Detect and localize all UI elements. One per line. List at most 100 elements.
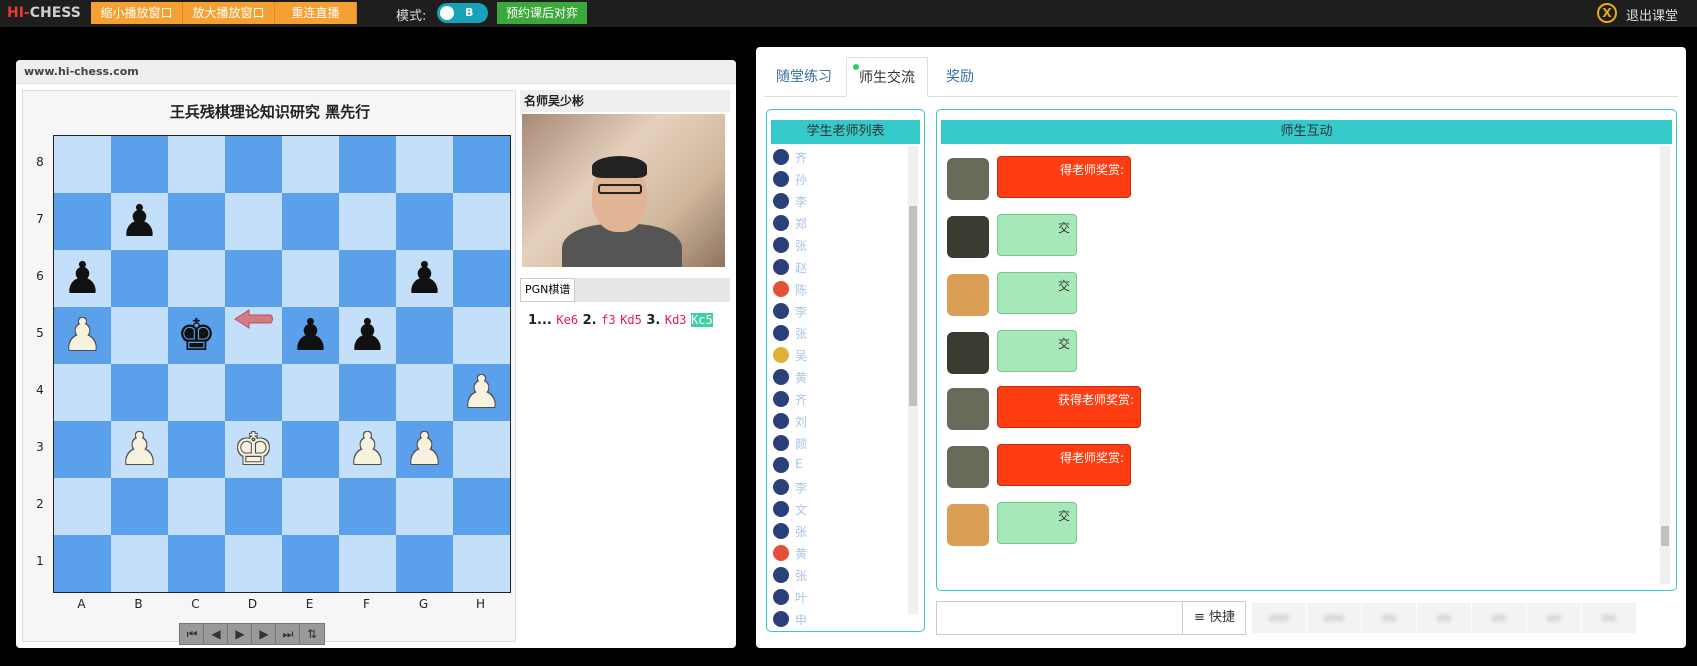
list-item[interactable]: 李 <box>771 300 901 322</box>
list-item[interactable]: 张 <box>771 520 901 542</box>
play-icon[interactable]: ▶ <box>227 623 253 645</box>
tab-practice[interactable]: 随堂练习 <box>764 57 844 97</box>
board-square[interactable] <box>54 136 111 193</box>
list-item[interactable]: 孙 <box>771 168 901 190</box>
list-item[interactable]: 齐 <box>771 146 901 168</box>
board-square[interactable] <box>225 250 282 307</box>
board-square[interactable] <box>282 364 339 421</box>
list-item[interactable]: 郑 <box>771 212 901 234</box>
king-piece-icon[interactable]: ♚ <box>168 307 225 364</box>
list-item[interactable]: 申 <box>771 608 901 630</box>
next-move-icon[interactable]: ▶ <box>251 623 277 645</box>
chat-action-button[interactable]: ooo <box>1252 603 1306 633</box>
list-item[interactable]: 张 <box>771 322 901 344</box>
student-scrollbar[interactable] <box>908 146 918 614</box>
board-square[interactable] <box>453 136 510 193</box>
list-item[interactable]: 吴 <box>771 344 901 366</box>
board-square[interactable] <box>225 364 282 421</box>
exit-icon[interactable]: X <box>1597 3 1617 23</box>
last-move-icon[interactable]: ⏭ <box>275 623 301 645</box>
board-square[interactable] <box>168 364 225 421</box>
chat-action-button[interactable]: oo <box>1582 603 1636 633</box>
board-square[interactable] <box>453 250 510 307</box>
board-square[interactable] <box>168 478 225 535</box>
board-square[interactable] <box>396 136 453 193</box>
board-square[interactable] <box>54 421 111 478</box>
enlarge-window-button[interactable]: 放大播放窗口 <box>183 2 275 24</box>
board-square[interactable] <box>54 478 111 535</box>
pawn-piece-icon[interactable]: ♟ <box>54 307 111 364</box>
tab-pgn[interactable]: PGN棋谱 <box>520 278 576 302</box>
board-square[interactable] <box>168 136 225 193</box>
pawn-piece-icon[interactable]: ♟ <box>111 421 168 478</box>
board-square[interactable] <box>225 535 282 592</box>
chat-input[interactable] <box>937 602 1181 634</box>
list-item[interactable]: 赵 <box>771 256 901 278</box>
board-square[interactable] <box>396 535 453 592</box>
list-item[interactable]: 齐 <box>771 388 901 410</box>
board-square[interactable] <box>339 193 396 250</box>
board-square[interactable] <box>111 307 168 364</box>
reconnect-live-button[interactable]: 重连直播 <box>275 2 357 24</box>
board-square[interactable] <box>453 478 510 535</box>
board-square[interactable] <box>168 193 225 250</box>
mode-toggle[interactable]: B <box>437 3 488 23</box>
board-square[interactable] <box>54 193 111 250</box>
prev-move-icon[interactable]: ◀ <box>203 623 229 645</box>
chat-action-button[interactable]: oo <box>1362 603 1416 633</box>
pawn-piece-icon[interactable]: ♟ <box>453 364 510 421</box>
list-item[interactable]: 黄 <box>771 366 901 388</box>
board-square[interactable] <box>453 535 510 592</box>
board-square[interactable] <box>282 250 339 307</box>
board-square[interactable] <box>453 421 510 478</box>
board-square[interactable] <box>225 478 282 535</box>
board-square[interactable] <box>282 193 339 250</box>
tab-chat[interactable]: 师生交流 <box>846 57 928 97</box>
board-square[interactable] <box>282 136 339 193</box>
pawn-piece-icon[interactable]: ♟ <box>339 307 396 364</box>
chat-scrollbar[interactable] <box>1660 146 1670 584</box>
shrink-window-button[interactable]: 缩小播放窗口 <box>91 2 183 24</box>
board-square[interactable] <box>396 478 453 535</box>
list-item[interactable]: 黄 <box>771 542 901 564</box>
board-square[interactable] <box>225 193 282 250</box>
chat-action-button[interactable]: ooo <box>1307 603 1361 633</box>
pawn-piece-icon[interactable]: ♟ <box>54 250 111 307</box>
list-item[interactable]: 李 <box>771 190 901 212</box>
board-square[interactable] <box>111 364 168 421</box>
list-item[interactable]: 张 <box>771 564 901 586</box>
board-square[interactable] <box>168 535 225 592</box>
tab-reward[interactable]: 奖励 <box>930 57 990 97</box>
list-item[interactable]: 张 <box>771 234 901 256</box>
list-item[interactable]: 颜 <box>771 432 901 454</box>
board-square[interactable] <box>225 136 282 193</box>
board-square[interactable] <box>339 478 396 535</box>
board-square[interactable] <box>282 421 339 478</box>
pawn-piece-icon[interactable]: ♟ <box>339 421 396 478</box>
chat-action-button[interactable]: oo <box>1417 603 1471 633</box>
board-square[interactable] <box>282 535 339 592</box>
board-square[interactable] <box>111 136 168 193</box>
king-piece-icon[interactable]: ♚ <box>225 421 282 478</box>
board-square[interactable] <box>111 250 168 307</box>
reserve-game-button[interactable]: 预约课后对弈 <box>497 2 587 24</box>
board-square[interactable] <box>111 535 168 592</box>
chat-action-button[interactable]: oo <box>1472 603 1526 633</box>
first-move-icon[interactable]: ⏮ <box>179 623 205 645</box>
board-square[interactable] <box>453 193 510 250</box>
board-square[interactable] <box>453 307 510 364</box>
board-square[interactable] <box>168 250 225 307</box>
board-square[interactable] <box>339 364 396 421</box>
pawn-piece-icon[interactable]: ♟ <box>282 307 339 364</box>
list-item[interactable]: E <box>771 454 901 476</box>
board-square[interactable] <box>396 193 453 250</box>
board-square[interactable] <box>282 478 339 535</box>
board-square[interactable] <box>111 478 168 535</box>
board-square[interactable] <box>54 535 111 592</box>
list-item[interactable]: 刘 <box>771 410 901 432</box>
list-item[interactable]: 文 <box>771 498 901 520</box>
chat-action-button[interactable]: oo <box>1527 603 1581 633</box>
list-item[interactable]: 陈 <box>771 278 901 300</box>
board-square[interactable] <box>396 307 453 364</box>
board-square[interactable] <box>339 535 396 592</box>
